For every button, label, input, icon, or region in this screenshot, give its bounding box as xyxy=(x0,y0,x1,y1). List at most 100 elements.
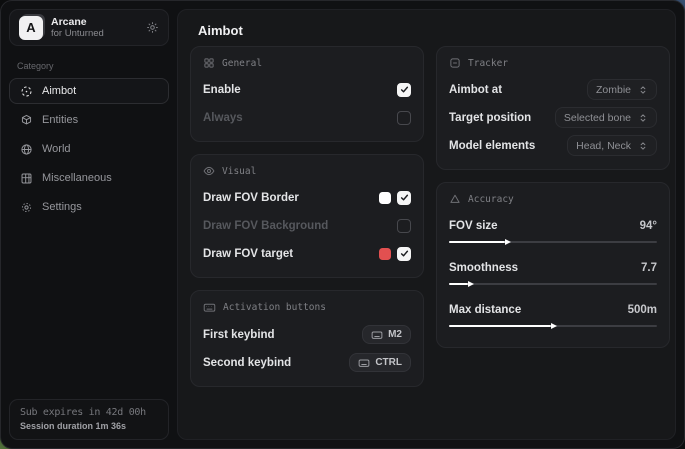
smoothness-row: Smoothness 7.7 xyxy=(449,257,657,278)
sidebar-item-settings[interactable]: Settings xyxy=(9,194,169,220)
setting-label: Always xyxy=(203,112,243,124)
card-header-label: Accuracy xyxy=(468,194,514,205)
general-card-header: General xyxy=(203,57,411,69)
fov-size-slider[interactable] xyxy=(449,238,657,246)
column-right: Tracker Aimbot at Zombie Target position… xyxy=(436,46,670,360)
globe-icon xyxy=(20,143,33,156)
card-header-label: General xyxy=(222,58,262,69)
subscription-card: Sub expires in 42d 00h Session duration … xyxy=(9,399,169,440)
slider-fill xyxy=(449,283,468,285)
fov-border-color-swatch[interactable] xyxy=(379,192,391,204)
sidebar-item-aimbot[interactable]: Aimbot xyxy=(9,78,169,104)
app-window: A Arcane for Unturned Category Aimbot xyxy=(0,0,685,449)
tracker-card-header: Tracker xyxy=(449,57,657,69)
sidebar: A Arcane for Unturned Category Aimbot xyxy=(1,1,177,448)
setting-row-fov-border: Draw FOV Border xyxy=(203,187,411,208)
slider-thumb[interactable] xyxy=(505,239,511,245)
setting-label: Second keybind xyxy=(203,357,291,369)
second-keybind-button[interactable]: CTRL xyxy=(349,353,411,372)
activation-card-header: Activation buttons xyxy=(203,301,411,314)
fov-border-checkbox[interactable] xyxy=(397,191,411,205)
select-value: Selected bone xyxy=(564,112,631,124)
setting-label: Draw FOV Background xyxy=(203,220,328,232)
first-keybind-button[interactable]: M2 xyxy=(362,325,411,344)
keyboard-icon xyxy=(358,357,370,369)
card-header-label: Visual xyxy=(222,166,256,177)
crosshair-icon xyxy=(20,85,33,98)
sidebar-item-label: Aimbot xyxy=(42,85,76,97)
column-left: General Enable Always xyxy=(190,46,424,399)
setting-row-aimbot-at: Aimbot at Zombie xyxy=(449,79,657,100)
slider-fill xyxy=(449,325,551,327)
select-value: Head, Neck xyxy=(576,140,631,152)
enable-checkbox[interactable] xyxy=(397,83,411,97)
app-logo-card: A Arcane for Unturned xyxy=(9,9,169,46)
setting-label: FOV size xyxy=(449,220,498,232)
session-duration-text: Session duration 1m 36s xyxy=(20,421,158,431)
activation-card: Activation buttons First keybind M2 Seco… xyxy=(190,290,424,387)
card-header-label: Activation buttons xyxy=(223,302,326,313)
fov-target-checkbox[interactable] xyxy=(397,247,411,261)
model-elements-select[interactable]: Head, Neck xyxy=(567,135,657,156)
setting-group-smoothness: Smoothness 7.7 xyxy=(449,257,657,288)
keyboard-icon xyxy=(203,301,216,314)
accuracy-card-header: Accuracy xyxy=(449,193,657,205)
chevron-up-down-icon xyxy=(638,85,648,95)
setting-row-fov-background: Draw FOV Background xyxy=(203,215,411,236)
keyboard-icon xyxy=(371,329,383,341)
sidebar-item-world[interactable]: World xyxy=(9,136,169,162)
slider-thumb[interactable] xyxy=(551,323,557,329)
aimbot-at-select[interactable]: Zombie xyxy=(587,79,657,100)
setting-group-max-distance: Max distance 500m xyxy=(449,299,657,330)
sidebar-item-entities[interactable]: Entities xyxy=(9,107,169,133)
chevron-up-down-icon xyxy=(638,141,648,151)
app-name: Arcane xyxy=(51,16,104,28)
always-checkbox[interactable] xyxy=(397,111,411,125)
target-position-select[interactable]: Selected bone xyxy=(555,107,657,128)
sub-expiry-text: Sub expires in 42d 00h xyxy=(20,407,158,418)
keybind-value: CTRL xyxy=(375,357,402,368)
sidebar-item-miscellaneous[interactable]: Miscellaneous xyxy=(9,165,169,191)
target-box-icon xyxy=(449,57,461,69)
setting-group-fov-size: FOV size 94° xyxy=(449,215,657,246)
sidebar-item-label: Miscellaneous xyxy=(42,172,112,184)
setting-label: Aimbot at xyxy=(449,84,502,96)
setting-label: Model elements xyxy=(449,140,535,152)
accuracy-card: Accuracy FOV size 94° xyxy=(436,182,670,348)
grid-icon xyxy=(20,172,33,185)
slider-thumb[interactable] xyxy=(468,281,474,287)
setting-label: Target position xyxy=(449,112,531,124)
sidebar-item-label: World xyxy=(42,143,71,155)
visual-card: Visual Draw FOV Border Draw FOV Backgrou… xyxy=(190,154,424,278)
setting-row-always: Always xyxy=(203,107,411,128)
setting-row-fov-target: Draw FOV target xyxy=(203,243,411,264)
select-value: Zombie xyxy=(596,84,631,96)
setting-row-second-keybind: Second keybind CTRL xyxy=(203,352,411,373)
main-panel: Aimbot General Enable xyxy=(177,9,676,440)
setting-label: Draw FOV target xyxy=(203,248,293,260)
max-distance-row: Max distance 500m xyxy=(449,299,657,320)
tracker-card: Tracker Aimbot at Zombie Target position… xyxy=(436,46,670,170)
layout-icon xyxy=(203,57,215,69)
fov-size-row: FOV size 94° xyxy=(449,215,657,236)
max-distance-slider[interactable] xyxy=(449,322,657,330)
general-card: General Enable Always xyxy=(190,46,424,142)
smoothness-slider[interactable] xyxy=(449,280,657,288)
fov-target-color-swatch[interactable] xyxy=(379,248,391,260)
entities-icon xyxy=(20,114,33,127)
setting-label: First keybind xyxy=(203,329,275,341)
page-title: Aimbot xyxy=(198,23,675,38)
fov-background-checkbox[interactable] xyxy=(397,219,411,233)
visual-card-header: Visual xyxy=(203,165,411,177)
chevron-up-down-icon xyxy=(638,113,648,123)
keybind-value: M2 xyxy=(388,329,402,340)
card-header-label: Tracker xyxy=(468,58,508,69)
eye-icon xyxy=(203,165,215,177)
app-logo: A xyxy=(19,16,43,40)
gear-icon[interactable] xyxy=(146,21,159,34)
fov-size-value: 94° xyxy=(640,220,657,232)
setting-row-target-position: Target position Selected bone xyxy=(449,107,657,128)
setting-row-model-elements: Model elements Head, Neck xyxy=(449,135,657,156)
setting-label: Max distance xyxy=(449,304,521,316)
slider-track xyxy=(449,283,657,285)
